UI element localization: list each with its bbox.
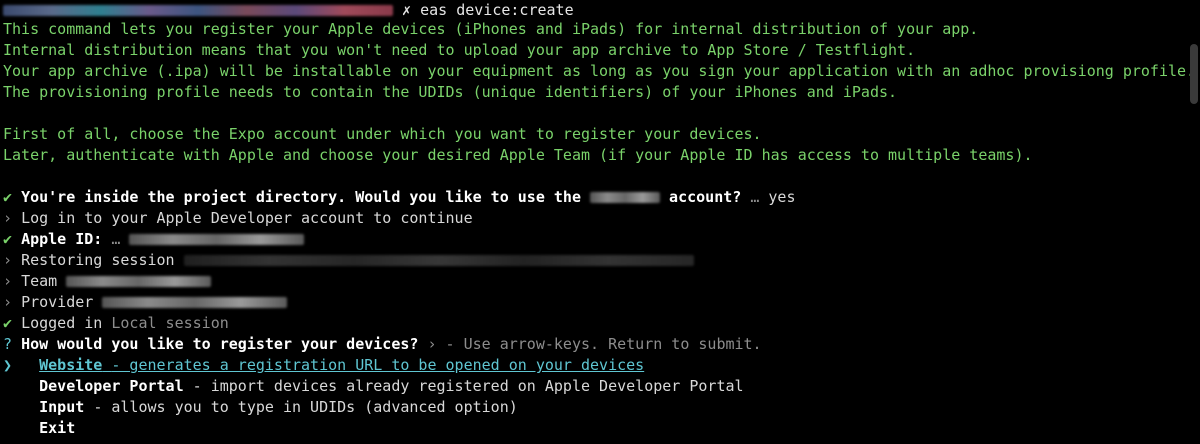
check-icon: ✔ <box>3 314 13 332</box>
arrow-icon: › <box>427 335 437 353</box>
prompt-question: ? How would you like to register your de… <box>3 335 762 353</box>
scrollbar[interactable] <box>1190 44 1198 104</box>
option-developer-portal[interactable]: Developer Portal - import devices alread… <box>3 376 744 397</box>
command-line: ✗ eas device:create <box>3 0 574 21</box>
option-name: Exit <box>39 419 76 437</box>
step-provider: › Provider <box>3 292 288 313</box>
option-name: Website <box>39 356 103 374</box>
redacted-account <box>590 192 661 203</box>
step-team: › Team <box>3 271 212 292</box>
redacted-apple-id <box>129 234 305 245</box>
option-name: Developer Portal <box>39 377 184 395</box>
redacted-session-path <box>183 255 694 266</box>
check-icon: ✔ <box>3 230 13 248</box>
question-icon: ? <box>3 335 13 353</box>
intro-line-3: Your app archive (.ipa) will be installa… <box>3 62 1196 80</box>
answer-value: yes <box>768 188 796 206</box>
step-restoring-session: › Restoring session <box>3 250 694 271</box>
arrow-icon: › <box>3 293 13 311</box>
intro-line-2: Internal distribution means that you won… <box>3 41 916 59</box>
intro-line-6: Later, authenticate with Apple and choos… <box>3 146 1033 164</box>
redacted-prompt-path <box>3 5 393 16</box>
arrow-icon: › <box>3 209 13 227</box>
option-exit[interactable]: Exit <box>3 418 75 439</box>
command-text: eas device:create <box>420 1 574 19</box>
selection-pointer-icon: ❯ <box>3 356 13 374</box>
option-website[interactable]: ❯ Website - generates a registration URL… <box>3 355 644 376</box>
prompt-status-icon: ✗ <box>402 1 412 19</box>
redacted-team <box>66 276 212 287</box>
option-description: - generates a registration URL to be ope… <box>111 356 645 374</box>
option-description: - allows you to type in UDIDs (advanced … <box>93 398 518 416</box>
intro-line-4: The provisioning profile needs to contai… <box>3 83 898 101</box>
prompt-hint: - Use arrow-keys. Return to submit. <box>445 335 762 353</box>
check-icon: ✔ <box>3 188 13 206</box>
option-input[interactable]: Input - allows you to type in UDIDs (adv… <box>3 397 518 418</box>
step-project-directory: ✔ You're inside the project directory. W… <box>3 188 796 206</box>
intro-line-5: First of all, choose the Expo account un… <box>3 125 762 143</box>
step-login: › Log in to your Apple Developer account… <box>3 209 473 227</box>
intro-line-1: This command lets you register your Appl… <box>3 20 979 38</box>
redacted-provider <box>102 297 288 308</box>
step-apple-id: ✔ Apple ID: … <box>3 229 305 250</box>
option-name: Input <box>39 398 85 416</box>
step-logged-in: ✔ Logged in Local session <box>3 314 229 332</box>
arrow-icon: › <box>3 272 13 290</box>
arrow-icon: › <box>3 251 13 269</box>
logged-in-value: Local session <box>111 314 229 332</box>
option-description: - import devices already registered on A… <box>192 377 744 395</box>
terminal-window: ✗ eas device:create This command lets yo… <box>0 0 1200 444</box>
